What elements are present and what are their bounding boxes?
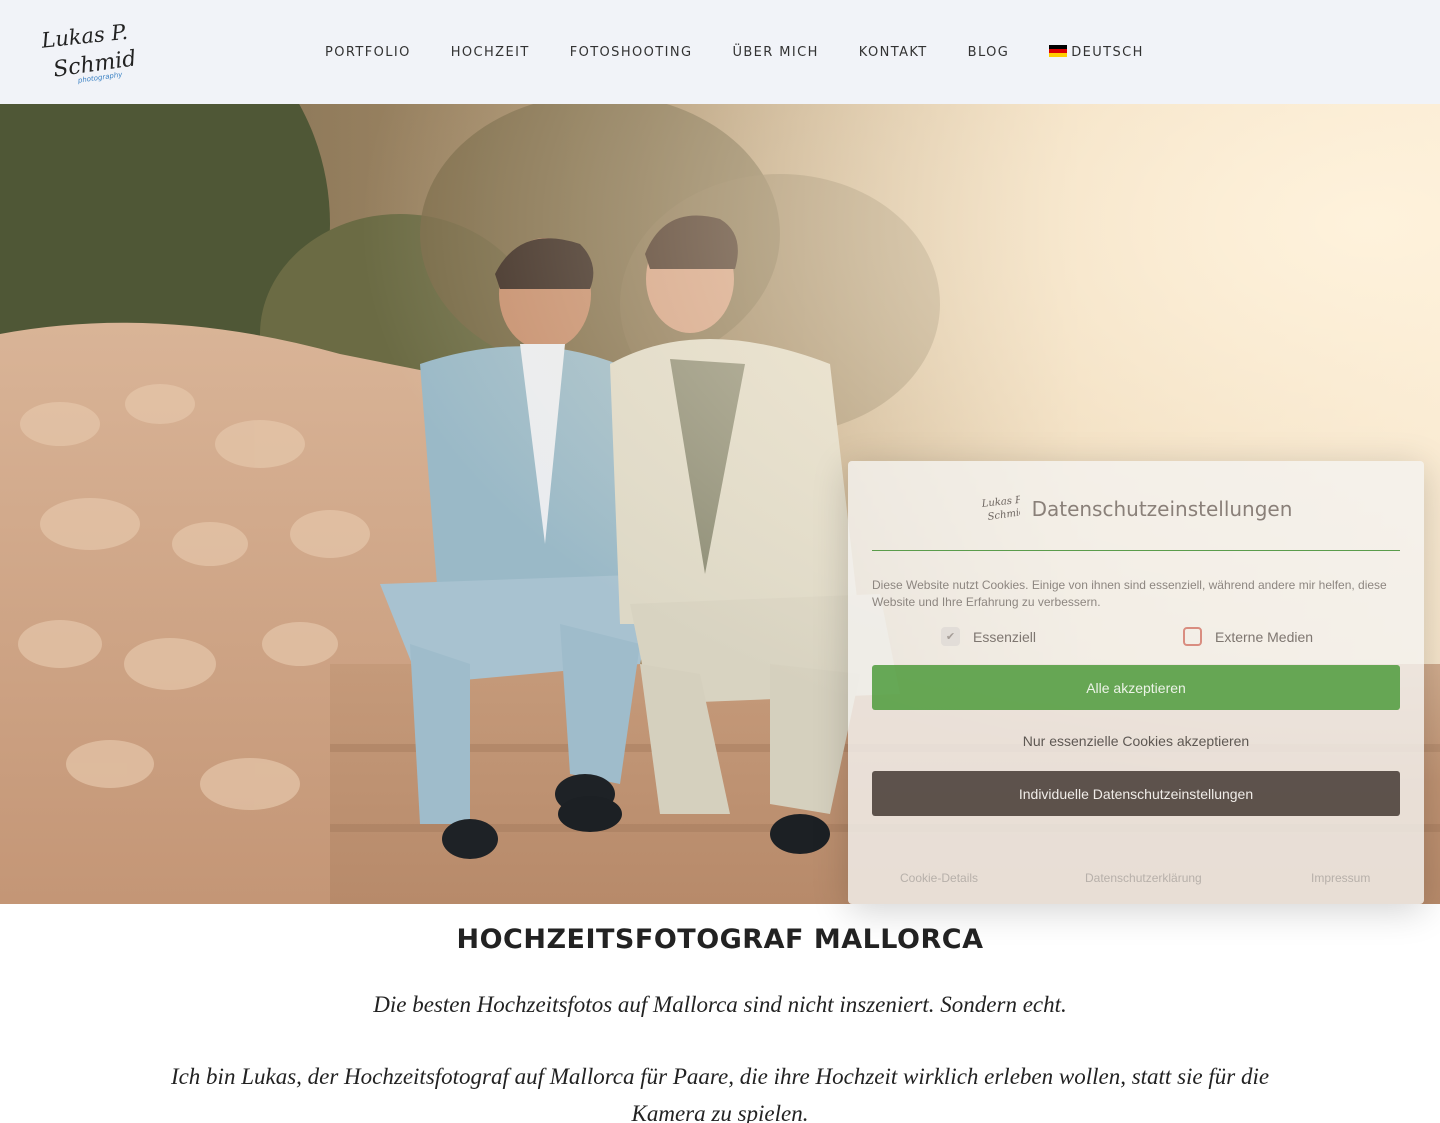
nav-label: PORTFOLIO [325, 44, 411, 60]
nav-label: DEUTSCH [1071, 44, 1144, 60]
site-header: Lukas P. Schmidt photography PORTFOLIO H… [0, 0, 1440, 104]
checkbox-checked-icon[interactable]: ✔ [941, 627, 960, 646]
nav-language-switcher[interactable]: DEUTSCH [1049, 45, 1144, 60]
nav-label: KONTAKT [858, 44, 928, 60]
imprint-link[interactable]: Impressum [1311, 871, 1370, 885]
site-logo[interactable]: Lukas P. Schmidt photography [38, 14, 147, 90]
nav-label: HOCHZEIT [450, 44, 530, 60]
nav-label: BLOG [967, 44, 1010, 60]
nav-blog[interactable]: BLOG [968, 45, 1010, 60]
cookie-option-label: Externe Medien [1215, 628, 1314, 645]
accept-essential-button[interactable]: Nur essenzielle Cookies akzeptieren [872, 718, 1400, 763]
nav-kontakt[interactable]: KONTAKT [859, 45, 928, 60]
accept-all-button[interactable]: Alle akzeptieren [872, 665, 1400, 710]
main-nav: PORTFOLIO HOCHZEIT FOTOSHOOTING ÜBER MIC… [305, 0, 1164, 104]
cookie-dialog-header: Lukas P. Schmidt Datenschutzeinstellunge… [872, 487, 1400, 551]
nav-portfolio[interactable]: PORTFOLIO [325, 45, 411, 60]
cookie-logo-icon: Lukas P. Schmidt [980, 491, 1031, 527]
cookie-option-external-media[interactable]: Externe Medien [1183, 627, 1313, 646]
cookie-dialog-title: Datenschutzeinstellungen [1031, 497, 1293, 521]
nav-ueber-mich[interactable]: ÜBER MICH [732, 45, 818, 60]
privacy-policy-link[interactable]: Datenschutzerklärung [1085, 871, 1202, 885]
nav-fotoshooting[interactable]: FOTOSHOOTING [570, 45, 693, 60]
nav-hochzeit[interactable]: HOCHZEIT [451, 45, 530, 60]
intro-paragraph: Ich bin Lukas, der Hochzeitsfotograf auf… [170, 1064, 1270, 1123]
svg-text:Lukas P.: Lukas P. [39, 20, 129, 53]
individual-settings-button[interactable]: Individuelle Datenschutzeinstellungen [872, 771, 1400, 816]
flag-de-icon [1049, 45, 1068, 57]
cookie-option-label: Essenziell [973, 628, 1037, 645]
nav-label: ÜBER MICH [732, 44, 819, 60]
page-tagline: Die besten Hochzeitsfotos auf Mallorca s… [373, 992, 1067, 1017]
checkbox-unchecked-icon[interactable] [1183, 627, 1202, 646]
cookie-dialog-description: Diese Website nutzt Cookies. Einige von … [872, 578, 1387, 609]
cookie-consent-dialog: Lukas P. Schmidt Datenschutzeinstellunge… [848, 461, 1424, 904]
cookie-option-essential[interactable]: ✔ Essenziell [941, 627, 1036, 646]
nav-label: FOTOSHOOTING [569, 44, 693, 60]
page-title: HOCHZEITSFOTOGRAF MALLORCA [456, 924, 984, 955]
cookie-details-link[interactable]: Cookie-Details [900, 871, 978, 885]
